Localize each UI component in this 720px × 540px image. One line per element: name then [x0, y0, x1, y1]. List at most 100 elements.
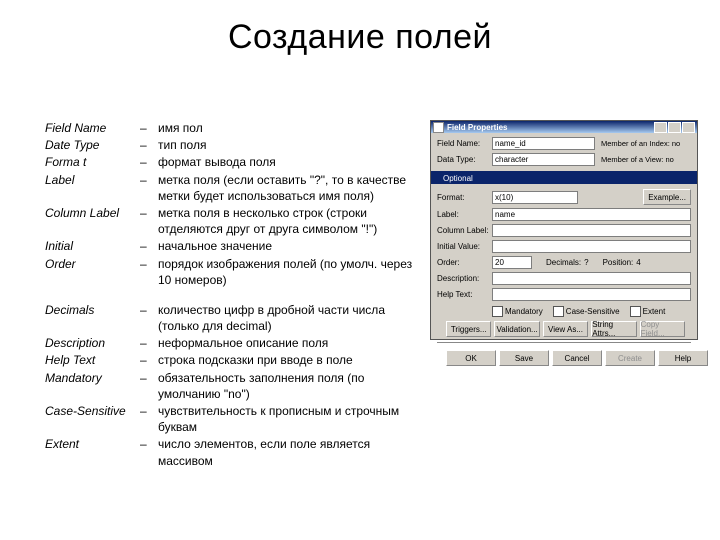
format-input[interactable]: x(10) [492, 191, 578, 204]
term-label: Mandatory [45, 370, 140, 402]
dash: – [140, 120, 158, 136]
field-name-input[interactable]: name_id [492, 137, 595, 150]
term-label [45, 289, 140, 301]
dash: – [140, 205, 158, 237]
definitions-list: Field Name–имя полDate Type–тип поляForm… [45, 120, 425, 470]
extent-checkbox[interactable]: Extent [630, 306, 666, 317]
term-label: Field Name [45, 120, 140, 136]
definition-row: Field Name–имя пол [45, 120, 425, 136]
order-label: Order: [437, 258, 492, 267]
definition-row: Case-Sensitive–чувствительность к пропис… [45, 403, 425, 435]
dash: – [140, 403, 158, 435]
term-label: Forma t [45, 154, 140, 170]
label-label: Label: [437, 210, 492, 219]
term-desc: количество цифр в дробной части числа (т… [158, 302, 425, 334]
definition-row: Initial–начальное значение [45, 238, 425, 254]
term-desc: тип поля [158, 137, 425, 153]
term-label: Help Text [45, 352, 140, 368]
dash: – [140, 370, 158, 402]
description-label: Description: [437, 274, 492, 283]
window-icon [433, 122, 444, 133]
order-input[interactable]: 20 [492, 256, 532, 269]
position-value: 4 [636, 258, 640, 267]
dash: – [140, 436, 158, 468]
tab-optional[interactable]: Optional [433, 173, 483, 184]
mid-button[interactable]: String Attrs... [591, 321, 636, 337]
term-label: Decimals [45, 302, 140, 334]
term-desc: число элементов, если поле является масс… [158, 436, 425, 468]
term-label: Column Label [45, 205, 140, 237]
help-text-input[interactable] [492, 288, 691, 301]
dialog-button[interactable]: Help [658, 350, 708, 366]
definition-row: Extent–число элементов, если поле являет… [45, 436, 425, 468]
slide-title: Создание полей [0, 0, 720, 57]
mid-button[interactable]: View As... [543, 321, 588, 337]
mid-button[interactable]: Triggers... [446, 321, 491, 337]
example-button[interactable]: Example... [643, 189, 691, 205]
term-label: Date Type [45, 137, 140, 153]
definition-row: Mandatory–обязательность заполнения поля… [45, 370, 425, 402]
initial-value-label: Initial Value: [437, 242, 492, 251]
maximize-icon[interactable] [668, 122, 681, 133]
dialog-button[interactable]: Save [499, 350, 549, 366]
tab-strip: Optional [431, 171, 697, 184]
description-input[interactable] [492, 272, 691, 285]
data-type-label: Data Type: [437, 155, 492, 164]
term-desc: начальное значение [158, 238, 425, 254]
case-sensitive-checkbox[interactable]: Case-Sensitive [553, 306, 620, 317]
term-desc: метка поля (если оставить "?", то в каче… [158, 172, 425, 204]
help-text-label: Help Text: [437, 290, 492, 299]
term-desc: неформальное описание поля [158, 335, 425, 351]
decimals-value: ? [584, 258, 588, 267]
field-properties-dialog: Field Properties Field Name: name_id Mem… [430, 120, 698, 340]
index-member-text: Member of an Index: no [595, 139, 691, 148]
definition-row [45, 289, 425, 301]
view-member-text: Member of a View: no [595, 155, 691, 164]
dash: – [140, 335, 158, 351]
mid-button[interactable]: Validation... [494, 321, 539, 337]
column-label-input[interactable] [492, 224, 691, 237]
term-label: Initial [45, 238, 140, 254]
definition-row: Date Type–тип поля [45, 137, 425, 153]
dash: – [140, 256, 158, 288]
term-desc: обязательность заполнения поля (по умолч… [158, 370, 425, 402]
mandatory-checkbox[interactable]: Mandatory [492, 306, 543, 317]
dialog-button[interactable]: Create [605, 350, 655, 366]
definition-row: Forma t–формат вывода поля [45, 154, 425, 170]
dash: – [140, 137, 158, 153]
term-label: Case-Sensitive [45, 403, 140, 435]
term-desc [158, 289, 425, 301]
label-input[interactable]: name [492, 208, 691, 221]
term-desc: чувствительность к прописным и строчным … [158, 403, 425, 435]
term-desc: метка поля в несколько строк (строки отд… [158, 205, 425, 237]
dash: – [140, 172, 158, 204]
minimize-icon[interactable] [654, 122, 667, 133]
dash: – [140, 352, 158, 368]
decimals-label: Decimals: [546, 258, 581, 267]
term-label: Extent [45, 436, 140, 468]
term-label: Order [45, 256, 140, 288]
term-desc: формат вывода поля [158, 154, 425, 170]
data-type-input[interactable]: character [492, 153, 595, 166]
initial-value-input[interactable] [492, 240, 691, 253]
dash: – [140, 302, 158, 334]
mid-button[interactable]: Copy Field... [640, 321, 685, 337]
definition-row: Column Label–метка поля в несколько стро… [45, 205, 425, 237]
term-desc: строка подсказки при вводе в поле [158, 352, 425, 368]
dash [140, 289, 158, 301]
term-label: Description [45, 335, 140, 351]
dialog-title: Field Properties [447, 123, 507, 132]
term-desc: порядок изображения полей (по умолч. чер… [158, 256, 425, 288]
dialog-button[interactable]: Cancel [552, 350, 602, 366]
format-label: Format: [437, 193, 492, 202]
close-icon[interactable] [682, 122, 695, 133]
definition-row: Help Text–строка подсказки при вводе в п… [45, 352, 425, 368]
definition-row: Label–метка поля (если оставить "?", то … [45, 172, 425, 204]
definition-row: Order–порядок изображения полей (по умол… [45, 256, 425, 288]
dialog-button[interactable]: OK [446, 350, 496, 366]
definition-row: Description–неформальное описание поля [45, 335, 425, 351]
dash: – [140, 238, 158, 254]
field-name-label: Field Name: [437, 139, 492, 148]
dialog-titlebar: Field Properties [431, 121, 697, 133]
term-desc: имя пол [158, 120, 425, 136]
